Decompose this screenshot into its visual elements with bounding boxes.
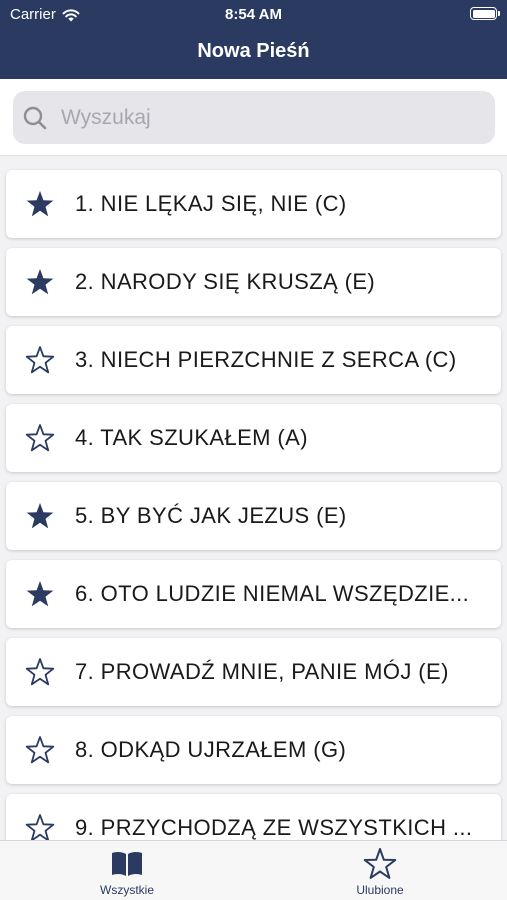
search-area	[0, 79, 507, 156]
song-title: 7. PROWADŹ MNIE, PANIE MÓJ (E)	[75, 659, 449, 684]
battery-icon	[470, 7, 500, 20]
tab-all-label: Wszystkie	[100, 883, 154, 897]
star-filled-icon[interactable]	[25, 189, 55, 219]
song-row[interactable]: 5. BY BYĆ JAK JEZUS (E)	[6, 482, 501, 550]
search-bar[interactable]	[13, 91, 495, 144]
page-title: Nowa Pieśń	[197, 40, 310, 62]
song-row[interactable]: 3. NIECH PIERZCHNIE Z SERCA (C)	[6, 326, 501, 394]
book-icon	[112, 851, 142, 876]
song-row[interactable]: 2. NARODY SIĘ KRUSZĄ (E)	[6, 248, 501, 316]
song-title: 3. NIECH PIERZCHNIE Z SERCA (C)	[75, 347, 457, 372]
star-filled-icon[interactable]	[25, 267, 55, 297]
star-outline-icon[interactable]	[25, 813, 55, 840]
status-time: 8:54 AM	[225, 6, 282, 23]
status-bar: Carrier 8:54 AM	[0, 0, 507, 28]
song-title: 2. NARODY SIĘ KRUSZĄ (E)	[75, 269, 376, 294]
tab-favorites-label: Ulubione	[356, 883, 404, 897]
search-input[interactable]	[61, 105, 461, 130]
navigation-bar: Carrier 8:54 AM Nowa Pieśń	[0, 0, 507, 79]
star-outline-icon[interactable]	[25, 423, 55, 453]
star-filled-icon[interactable]	[25, 501, 55, 531]
song-list[interactable]: 1. NIE LĘKAJ SIĘ, NIE (C) 2. NARODY SIĘ …	[0, 157, 507, 840]
star-filled-icon[interactable]	[25, 579, 55, 609]
star-outline-icon[interactable]	[25, 345, 55, 375]
song-title: 9. PRZYCHODZĄ ZE WSZYSTKICH ...	[75, 815, 473, 840]
search-icon	[23, 106, 47, 129]
song-title: 6. OTO LUDZIE NIEMAL WSZĘDZIE...	[75, 581, 470, 606]
star-outline-icon[interactable]	[25, 735, 55, 765]
song-title: 1. NIE LĘKAJ SIĘ, NIE (C)	[75, 191, 347, 216]
song-row[interactable]: 6. OTO LUDZIE NIEMAL WSZĘDZIE...	[6, 560, 501, 628]
tab-all-songs[interactable]: Wszystkie	[67, 841, 187, 900]
song-title: 4. TAK SZUKAŁEM (A)	[75, 425, 308, 450]
tab-bar: Wszystkie Ulubione	[0, 840, 507, 900]
song-row[interactable]: 8. ODKĄD UJRZAŁEM (G)	[6, 716, 501, 784]
tab-favorites[interactable]: Ulubione	[320, 841, 440, 900]
song-row[interactable]: 9. PRZYCHODZĄ ZE WSZYSTKICH ...	[6, 794, 501, 840]
song-row[interactable]: 4. TAK SZUKAŁEM (A)	[6, 404, 501, 472]
song-title: 8. ODKĄD UJRZAŁEM (G)	[75, 737, 347, 762]
star-icon	[363, 848, 397, 879]
song-row[interactable]: 1. NIE LĘKAJ SIĘ, NIE (C)	[6, 170, 501, 238]
song-row[interactable]: 7. PROWADŹ MNIE, PANIE MÓJ (E)	[6, 638, 501, 706]
song-title: 5. BY BYĆ JAK JEZUS (E)	[75, 503, 347, 528]
star-outline-icon[interactable]	[25, 657, 55, 687]
